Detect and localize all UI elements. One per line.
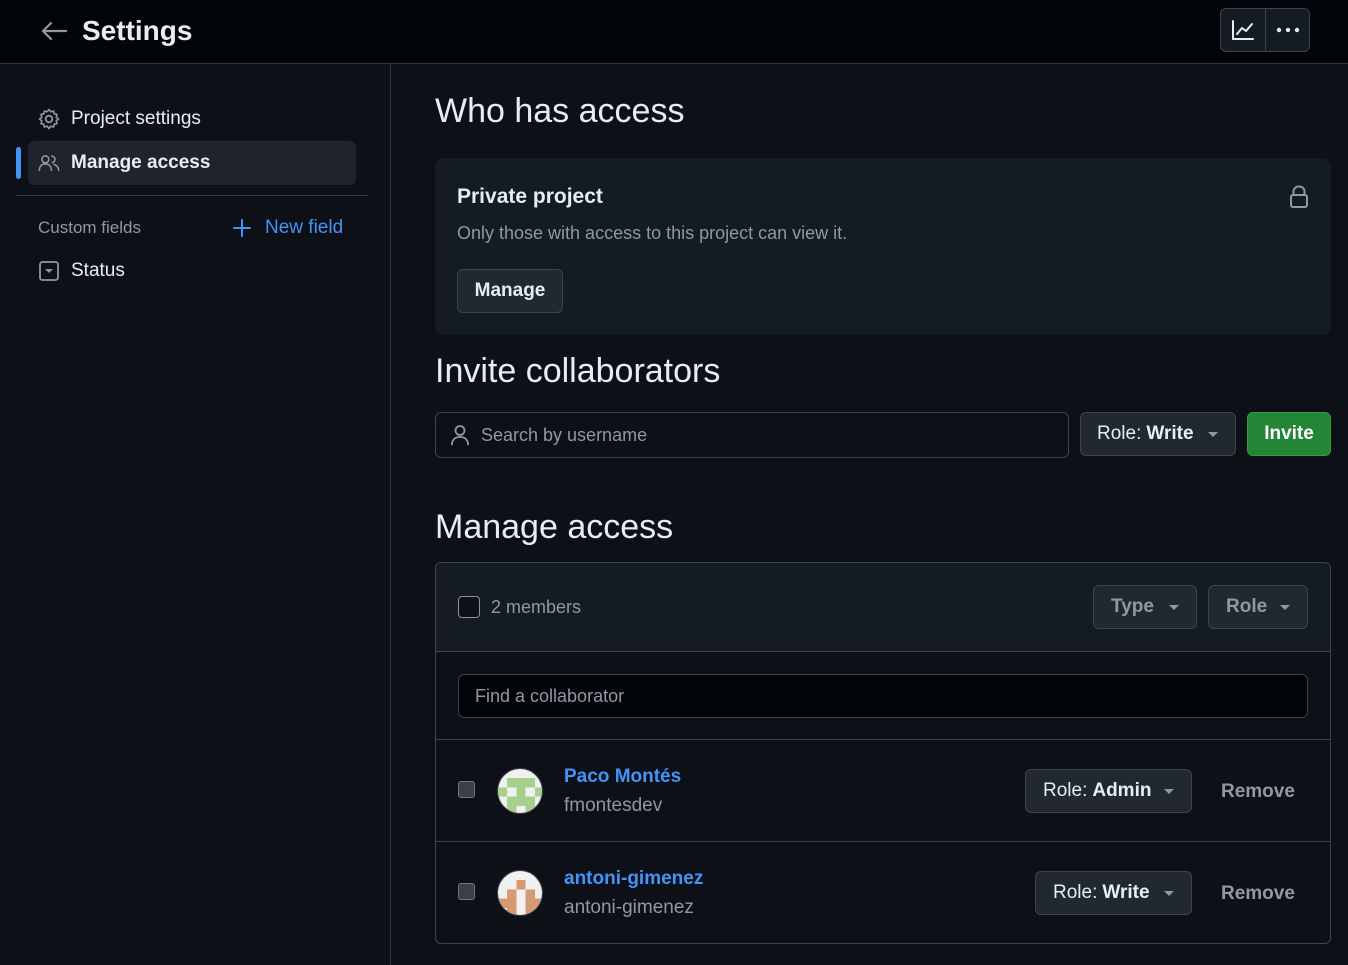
sidebar-item-label: Status [71, 260, 125, 281]
triangle-down-icon [1169, 605, 1179, 610]
active-indicator [16, 147, 21, 179]
gear-icon [38, 108, 60, 130]
sidebar-item-manage-access[interactable]: Manage access [28, 141, 356, 185]
settings-sidebar: Project settings Manage access Custom fi… [0, 64, 391, 965]
visibility-title: Private project [457, 185, 603, 208]
single-select-icon [38, 260, 60, 282]
members-count: 2 members [491, 597, 582, 617]
sidebar-item-label: Project settings [71, 108, 201, 129]
find-collaborator-row [436, 652, 1330, 740]
member-role-dropdown[interactable]: Role: Write [1035, 871, 1192, 915]
sidebar-item-status-field[interactable]: Status [28, 249, 356, 293]
role-value-label: Admin [1092, 780, 1152, 801]
member-login: antoni-gimenez [564, 897, 694, 918]
custom-fields-heading: Custom fields [38, 218, 141, 237]
new-field-label: New field [265, 217, 344, 238]
graph-icon [1232, 20, 1254, 40]
username-search-input[interactable] [481, 424, 1068, 446]
lock-icon [1290, 185, 1308, 208]
more-options-button[interactable] [1265, 9, 1309, 51]
toolbar-button-group [1220, 8, 1310, 52]
members-list: 2 members Type Role Find a collaborator … [435, 562, 1331, 944]
member-name-link[interactable]: antoni-gimenez [564, 868, 703, 890]
triangle-down-icon [1164, 891, 1174, 896]
invite-collaborators-heading: Invite collaborators [435, 352, 721, 390]
role-value-label: Write [1146, 423, 1194, 444]
role-filter-dropdown[interactable]: Role [1208, 585, 1308, 629]
role-key-label: Role: [1053, 882, 1098, 903]
triangle-down-icon [1208, 432, 1218, 437]
sidebar-divider [16, 195, 368, 196]
role-key-label: Role: [1043, 780, 1088, 801]
avatar [497, 768, 543, 814]
new-field-button[interactable]: New field [232, 214, 343, 242]
members-list-header: 2 members Type Role [436, 563, 1330, 652]
manage-access-heading: Manage access [435, 508, 674, 546]
select-all-checkbox[interactable] [458, 596, 480, 618]
member-checkbox[interactable] [458, 883, 475, 900]
role-key-label: Role: [1097, 423, 1142, 444]
manage-visibility-button[interactable]: Manage [457, 269, 563, 313]
member-name-link[interactable]: Paco Montés [564, 766, 681, 788]
member-checkbox[interactable] [458, 781, 475, 798]
triangle-down-icon [1164, 789, 1174, 794]
plus-icon [233, 219, 251, 237]
visibility-card: Private project Only those with access t… [435, 158, 1331, 335]
back-button[interactable] [36, 14, 72, 48]
member-login: fmontesdev [564, 795, 663, 816]
people-icon [38, 152, 60, 174]
member-role-dropdown[interactable]: Role: Admin [1025, 769, 1192, 813]
person-icon [449, 424, 471, 446]
page-title: Settings [82, 15, 193, 46]
arrow-left-icon [41, 21, 68, 41]
type-filter-label: Type [1111, 596, 1154, 617]
visibility-description: Only those with access to this project c… [457, 223, 848, 243]
remove-member-button[interactable]: Remove [1221, 883, 1295, 905]
remove-member-button[interactable]: Remove [1221, 781, 1295, 803]
insights-button[interactable] [1221, 9, 1265, 51]
role-filter-label: Role [1226, 596, 1268, 617]
avatar [497, 870, 543, 916]
who-has-access-heading: Who has access [435, 92, 685, 130]
main-content: Who has access Private project Only thos… [391, 64, 1348, 965]
triangle-down-icon [1280, 605, 1290, 610]
invite-button[interactable]: Invite [1247, 412, 1331, 456]
type-filter-dropdown[interactable]: Type [1093, 585, 1197, 629]
member-row: Paco Montés fmontesdev Role: Admin Remov… [436, 740, 1330, 841]
kebab-horizontal-icon [1276, 27, 1299, 33]
invite-role-dropdown[interactable]: Role: Write [1080, 412, 1236, 456]
find-collaborator-input[interactable] [458, 674, 1308, 718]
member-row: antoni-gimenez antoni-gimenez Role: Writ… [436, 841, 1330, 942]
sidebar-item-label: Manage access [71, 152, 211, 173]
top-bar: Settings [0, 0, 1348, 64]
role-value-label: Write [1102, 882, 1150, 903]
sidebar-item-project-settings[interactable]: Project settings [28, 97, 356, 141]
username-search [435, 412, 1069, 458]
